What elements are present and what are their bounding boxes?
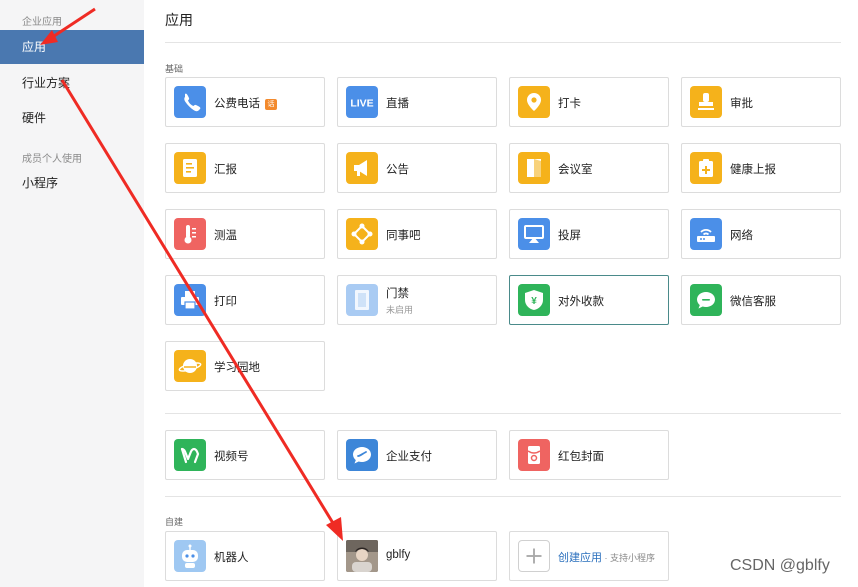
sidebar-group-label: 成员个人使用 [22, 154, 82, 165]
app-name: 对外收款 [558, 296, 604, 308]
thermometer-icon [174, 218, 206, 250]
app-name: 汇报 [214, 164, 237, 176]
app-name: 红包封面 [558, 451, 604, 463]
app-name: 网络 [730, 230, 753, 242]
app-name: gblfy [386, 549, 411, 561]
app-card-learning[interactable]: 学习园地 [165, 341, 325, 391]
app-card-gblfy[interactable]: gblfy [337, 531, 497, 581]
yuan-shield-icon: ¥ [518, 284, 550, 316]
router-icon [690, 218, 722, 250]
app-card-enterprise-payment[interactable]: 企业支付 [337, 430, 497, 480]
new-badge: 话 [265, 99, 277, 110]
app-card-announcement[interactable]: 公告 [337, 143, 497, 193]
printer-icon [174, 284, 206, 316]
door-icon [518, 152, 550, 184]
user-photo-icon [346, 540, 378, 572]
health-clipboard-icon [690, 152, 722, 184]
svg-text:LIVE: LIVE [350, 98, 373, 110]
app-name: 打印 [214, 296, 237, 308]
create-app-hint: 支持小程序 [610, 553, 656, 563]
app-card-checkin[interactable]: 打卡 [509, 77, 669, 127]
app-card-approval[interactable]: 审批 [681, 77, 841, 127]
app-card-wechat-service[interactable]: 微信客服 [681, 275, 841, 325]
red-packet-icon [518, 439, 550, 471]
app-status: 未启用 [386, 305, 414, 315]
phone-icon [174, 86, 206, 118]
sidebar-group-label: 企业应用 [22, 17, 62, 28]
location-pin-icon [518, 86, 550, 118]
app-name: 同事吧 [386, 230, 421, 242]
app-card-temperature[interactable]: 测温 [165, 209, 325, 259]
robot-icon [174, 540, 206, 572]
app-card-channels[interactable]: 视频号 [165, 430, 325, 480]
app-name: 机器人 [214, 552, 249, 564]
planet-icon [174, 350, 206, 382]
app-name: 企业支付 [386, 451, 432, 463]
sidebar-item-apps[interactable]: 应用 [0, 30, 144, 64]
app-name: 审批 [730, 98, 753, 110]
watermark: CSDN @gblfy [730, 557, 830, 574]
megaphone-icon [346, 152, 378, 184]
app-name: 测温 [214, 230, 237, 242]
app-name: 打卡 [558, 98, 581, 110]
page-title: 应用 [165, 12, 193, 28]
app-name: 健康上报 [730, 164, 776, 176]
app-card-robot[interactable]: 机器人 [165, 531, 325, 581]
separator: · [602, 553, 610, 563]
app-card-report[interactable]: 汇报 [165, 143, 325, 193]
stamp-icon [690, 86, 722, 118]
app-card-phone[interactable]: 公费电话话 [165, 77, 325, 127]
app-card-health-report[interactable]: 健康上报 [681, 143, 841, 193]
screen-cast-icon [518, 218, 550, 250]
section-label-basic: 基础 [165, 64, 184, 74]
section-label-custom: 自建 [165, 517, 184, 527]
app-card-live[interactable]: LIVE 直播 [337, 77, 497, 127]
divider [165, 496, 841, 497]
app-card-red-packet-cover[interactable]: 红包封面 [509, 430, 669, 480]
sidebar-item-hardware[interactable]: 硬件 [0, 101, 144, 135]
live-icon: LIVE [346, 86, 378, 118]
chat-bubble-icon [690, 284, 722, 316]
app-card-access-control[interactable]: 门禁 未启用 [337, 275, 497, 325]
create-app-link[interactable]: 创建应用 [558, 552, 602, 564]
svg-text:¥: ¥ [531, 296, 537, 307]
sidebar-item-industry-solutions[interactable]: 行业方案 [0, 66, 144, 100]
app-card-print[interactable]: 打印 [165, 275, 325, 325]
report-icon [174, 152, 206, 184]
app-name: 公告 [386, 164, 409, 176]
app-name: 投屏 [558, 230, 581, 242]
nodes-icon [346, 218, 378, 250]
door-access-icon [346, 284, 378, 316]
app-name: 视频号 [214, 451, 249, 463]
app-card-network[interactable]: 网络 [681, 209, 841, 259]
plus-icon [518, 540, 550, 572]
channels-icon [174, 439, 206, 471]
main-content: 应用 基础 公费电话话 LIVE 直播 打卡 审批 汇报 公告 会议室 健康上报… [150, 0, 858, 587]
app-name: 会议室 [558, 164, 593, 176]
app-name: 学习园地 [214, 362, 260, 374]
sidebar-item-mini-program[interactable]: 小程序 [0, 166, 144, 200]
app-name: 公费电话 [214, 98, 260, 110]
divider [165, 42, 841, 43]
app-name: 微信客服 [730, 296, 776, 308]
app-card-screen-cast[interactable]: 投屏 [509, 209, 669, 259]
app-card-meeting-room[interactable]: 会议室 [509, 143, 669, 193]
app-card-external-payment[interactable]: ¥ 对外收款 [509, 275, 669, 325]
payment-icon [346, 439, 378, 471]
app-name: 直播 [386, 98, 409, 110]
sidebar: 企业应用 应用 行业方案 硬件 成员个人使用 小程序 [0, 0, 144, 587]
app-card-colleague-circle[interactable]: 同事吧 [337, 209, 497, 259]
divider [165, 413, 841, 414]
create-app-card[interactable]: 创建应用 · 支持小程序 [509, 531, 669, 581]
app-name: 门禁 [386, 288, 409, 300]
